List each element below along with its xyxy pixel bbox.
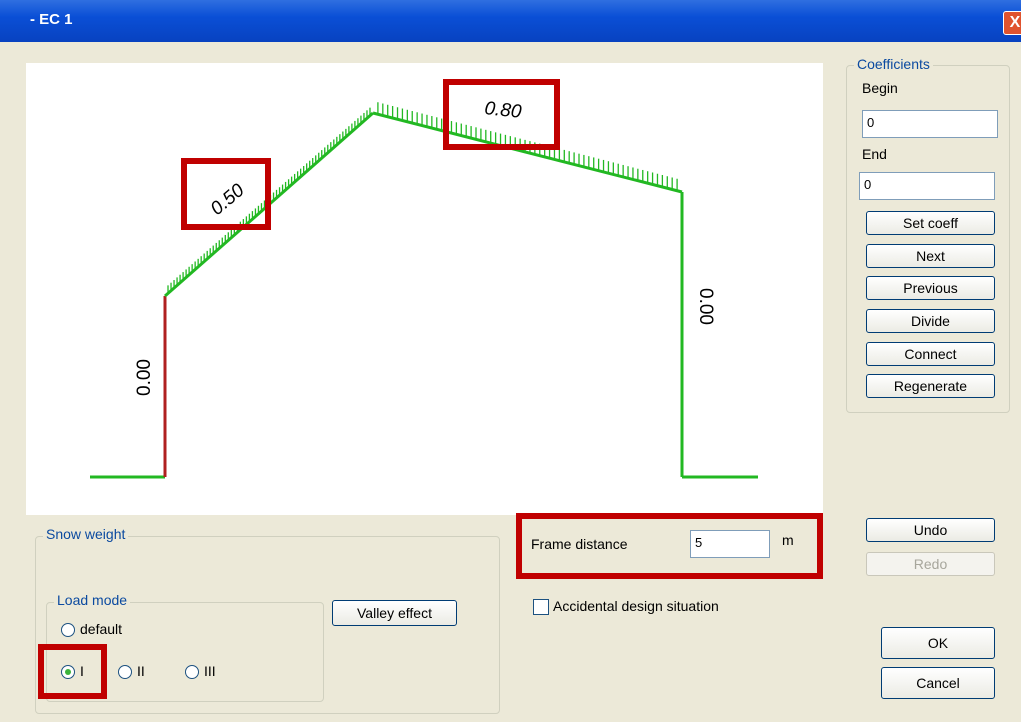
highlight-load-mode-i xyxy=(38,644,107,699)
snow-weight-legend: Snow weight xyxy=(43,526,129,542)
load-mode-iii-label: III xyxy=(204,663,216,679)
coefficients-legend: Coefficients xyxy=(854,56,933,72)
window-title: - EC 1 xyxy=(30,11,73,28)
load-mode-default-label: default xyxy=(80,621,123,637)
begin-label: Begin xyxy=(862,80,898,96)
accidental-design-label: Accidental design situation xyxy=(553,598,719,614)
frame-distance-unit: m xyxy=(782,532,794,548)
begin-input[interactable]: 0 xyxy=(862,110,998,138)
left-wall-coefficient: 0.00 xyxy=(134,359,155,396)
frame-distance-input[interactable]: 5 xyxy=(690,530,770,558)
end-input[interactable]: 0 xyxy=(859,172,995,200)
accidental-design-checkbox[interactable] xyxy=(533,599,549,615)
highlight-left-roof-coefficient xyxy=(181,158,271,230)
divide-button[interactable]: Divide xyxy=(866,309,995,333)
load-mode-legend: Load mode xyxy=(54,592,131,608)
frame-distance-label: Frame distance xyxy=(531,536,628,552)
end-label: End xyxy=(862,146,887,162)
previous-button[interactable]: Previous xyxy=(866,276,995,300)
next-button[interactable]: Next xyxy=(866,244,995,268)
set-coeff-button[interactable]: Set coeff xyxy=(866,211,995,235)
connect-button[interactable]: Connect xyxy=(866,342,995,366)
load-mode-iii-radio[interactable] xyxy=(185,665,199,679)
ok-button[interactable]: OK xyxy=(881,627,995,659)
right-wall-coefficient: 0.00 xyxy=(695,288,716,325)
load-mode-ii-radio[interactable] xyxy=(118,665,132,679)
frame-diagram: 0.00 0.50 0.80 0.00 xyxy=(90,98,758,479)
redo-button[interactable]: Redo xyxy=(866,552,995,576)
regenerate-button[interactable]: Regenerate xyxy=(866,374,995,398)
close-button[interactable]: X xyxy=(1003,11,1021,35)
title-bar: - EC 1 xyxy=(0,0,1021,42)
undo-button[interactable]: Undo xyxy=(866,518,995,542)
load-mode-default-radio[interactable] xyxy=(61,623,75,637)
load-mode-ii-label: II xyxy=(137,663,145,679)
cancel-button[interactable]: Cancel xyxy=(881,667,995,699)
valley-effect-button[interactable]: Valley effect xyxy=(332,600,457,626)
highlight-right-roof-coefficient xyxy=(443,79,560,150)
load-diagram-canvas: 0.00 0.50 0.80 0.00 xyxy=(26,63,823,515)
